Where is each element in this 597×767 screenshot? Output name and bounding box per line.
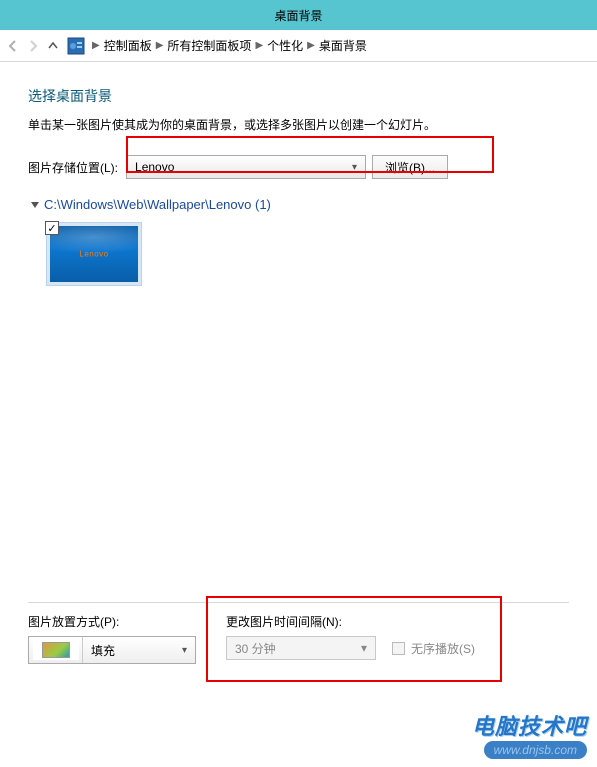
- wallpaper-thumbnail[interactable]: Lenovo ✓: [46, 222, 142, 286]
- thumbnail-brand: Lenovo: [79, 250, 108, 259]
- control-panel-icon: [66, 36, 86, 56]
- wallpaper-list: C:\Windows\Web\Wallpaper\Lenovo (1) Leno…: [28, 197, 569, 286]
- watermark-url: www.dnjsb.com: [484, 741, 587, 759]
- folder-row[interactable]: C:\Windows\Web\Wallpaper\Lenovo (1): [32, 197, 569, 212]
- shuffle-label: 无序播放(S): [411, 640, 475, 657]
- title-bar: 桌面背景: [0, 0, 597, 30]
- forward-arrow-icon[interactable]: [26, 39, 40, 53]
- location-dropdown[interactable]: Lenovo ▾: [126, 155, 366, 179]
- chevron-right-icon: ▶: [307, 40, 315, 51]
- breadcrumb-item[interactable]: 个性化: [267, 37, 303, 54]
- collapse-triangle-icon[interactable]: [31, 202, 39, 208]
- bottom-panel: 图片放置方式(P): 填充 ▾ 更改图片时间间隔(N): 30 分钟 ▾ 无序播…: [0, 602, 597, 664]
- placement-preview-icon: [29, 637, 83, 663]
- page-heading: 选择桌面背景: [28, 86, 569, 106]
- placement-column: 图片放置方式(P): 填充 ▾: [28, 613, 196, 664]
- interval-column: 更改图片时间间隔(N): 30 分钟 ▾ 无序播放(S): [226, 613, 569, 664]
- divider: [28, 602, 569, 603]
- interval-value: 30 分钟: [235, 640, 276, 657]
- placement-value: 填充: [83, 642, 174, 659]
- placement-label: 图片放置方式(P):: [28, 613, 196, 630]
- folder-path: C:\Windows\Web\Wallpaper\Lenovo (1): [44, 197, 271, 212]
- thumbnail-checkbox[interactable]: ✓: [45, 221, 59, 235]
- interval-label: 更改图片时间间隔(N):: [226, 613, 569, 630]
- chevron-right-icon: ▶: [156, 40, 164, 51]
- chevron-right-icon: ▶: [255, 40, 263, 51]
- nav-bar: ▶ 控制面板 ▶ 所有控制面板项 ▶ 个性化 ▶ 桌面背景: [0, 30, 597, 62]
- chevron-down-icon: ▾: [174, 645, 195, 656]
- shuffle-option: 无序播放(S): [392, 640, 475, 657]
- location-label: 图片存储位置(L):: [28, 159, 118, 176]
- breadcrumb-item[interactable]: 桌面背景: [319, 37, 367, 54]
- back-arrow-icon[interactable]: [6, 39, 20, 53]
- chevron-right-icon: ▶: [92, 40, 100, 51]
- watermark: 电脑技术吧 www.dnjsb.com: [472, 709, 587, 759]
- watermark-title: 电脑技术吧: [472, 709, 587, 741]
- up-arrow-icon[interactable]: [46, 39, 60, 53]
- page-subtext: 单击某一张图片使其成为你的桌面背景，或选择多张图片以创建一个幻灯片。: [28, 116, 569, 133]
- shuffle-checkbox: [392, 642, 405, 655]
- location-row: 图片存储位置(L): Lenovo ▾ 浏览(B)...: [28, 155, 569, 179]
- breadcrumb[interactable]: ▶ 控制面板 ▶ 所有控制面板项 ▶ 个性化 ▶ 桌面背景: [92, 37, 367, 54]
- placement-dropdown[interactable]: 填充 ▾: [28, 636, 196, 664]
- content-area: 选择桌面背景 单击某一张图片使其成为你的桌面背景，或选择多张图片以创建一个幻灯片…: [0, 62, 597, 286]
- thumbnail-image: Lenovo: [50, 226, 138, 282]
- breadcrumb-item[interactable]: 所有控制面板项: [167, 37, 251, 54]
- chevron-down-icon: ▾: [361, 641, 367, 655]
- breadcrumb-item[interactable]: 控制面板: [104, 37, 152, 54]
- chevron-down-icon: ▾: [352, 162, 357, 173]
- browse-button[interactable]: 浏览(B)...: [372, 155, 448, 179]
- location-value: Lenovo: [135, 160, 174, 174]
- interval-dropdown: 30 分钟 ▾: [226, 636, 376, 660]
- window-title: 桌面背景: [274, 7, 322, 24]
